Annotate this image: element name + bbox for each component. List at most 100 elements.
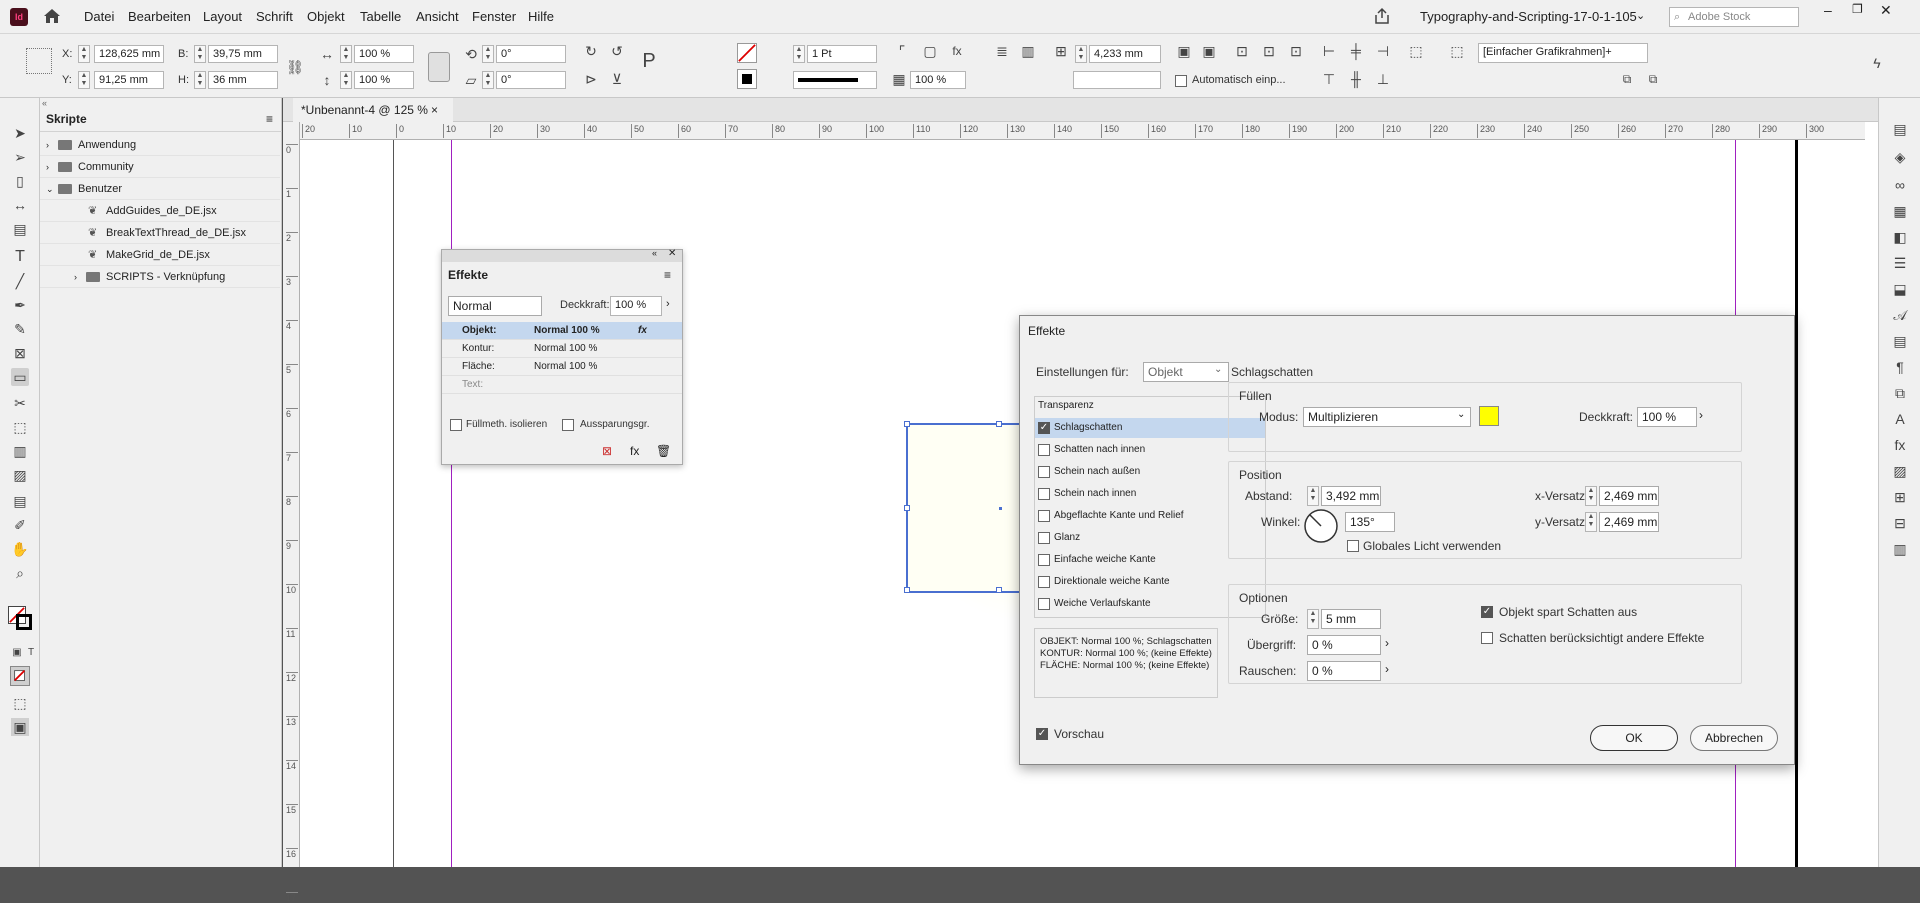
effects-target-row[interactable]: Fläche: Normal 100 %	[442, 358, 682, 376]
script-folder[interactable]: › SCRIPTS - Verknüpfung	[40, 266, 280, 288]
flip-horizontal-icon[interactable]: ⊳	[582, 70, 600, 88]
stroke-type-field[interactable]	[793, 71, 877, 89]
chevron-right-icon[interactable]: ›	[1385, 636, 1389, 650]
size-spinner[interactable]: ▲ ▼	[1307, 609, 1319, 629]
blend-mode-select[interactable]: Normal	[448, 296, 542, 316]
apply-none-icon[interactable]	[10, 666, 30, 686]
chevron-right-icon[interactable]: ›	[1385, 662, 1389, 676]
chevron-right-icon[interactable]: ›	[46, 156, 49, 178]
cell-styles-icon[interactable]: ▥	[1891, 540, 1909, 558]
menu-tabelle[interactable]: Tabelle	[360, 9, 401, 24]
page-tool-icon[interactable]: ▯	[11, 172, 29, 190]
rotate-field[interactable]: 0°	[496, 45, 566, 63]
style-menu-icon[interactable]: ⧉	[1644, 70, 1662, 88]
fit-frame-icon[interactable]: ▣	[1200, 42, 1218, 60]
fx-icon[interactable]: fx	[638, 322, 647, 340]
paragraph-styles-icon[interactable]: ▤	[1891, 332, 1909, 350]
effects-panel-titlebar[interactable]: « ✕	[442, 248, 682, 262]
center-content-icon[interactable]: ⊡	[1233, 42, 1251, 60]
collapse-icon[interactable]: «	[652, 248, 657, 258]
size-field[interactable]: 5 mm	[1321, 609, 1381, 629]
collapse-icon[interactable]: «	[42, 98, 47, 108]
rectangle-frame-icon[interactable]: ⊠	[11, 344, 29, 362]
fx-icon[interactable]: fx	[630, 444, 639, 458]
pen-tool-icon[interactable]: ✒	[11, 296, 29, 314]
shadow-color-swatch[interactable]	[1479, 406, 1499, 426]
offset-spinner[interactable]: ▲ ▼	[1075, 45, 1087, 63]
home-icon[interactable]	[42, 6, 62, 26]
gradient-tool-icon[interactable]: ▥	[11, 442, 29, 460]
chevron-down-icon[interactable]: ⌄	[46, 178, 54, 200]
menu-fenster[interactable]: Fenster	[472, 9, 516, 24]
type-on-path-icon[interactable]: P	[640, 51, 658, 71]
menu-bearbeiten[interactable]: Bearbeiten	[128, 9, 191, 24]
offset-field[interactable]: 4,233 mm	[1089, 45, 1161, 63]
distance-field[interactable]: 3,492 mm	[1321, 486, 1381, 506]
close-icon[interactable]: ✕	[1880, 2, 1892, 19]
menu-ansicht[interactable]: Ansicht	[416, 9, 459, 24]
text-wrap-icon[interactable]: ≣	[993, 42, 1011, 60]
stroke-weight-field[interactable]: 1 Pt	[807, 45, 877, 63]
script-folder[interactable]: ⌄ Benutzer	[40, 178, 280, 200]
effect-checkbox[interactable]	[1038, 576, 1050, 588]
scale-y-spinner[interactable]: ▲ ▼	[340, 71, 352, 89]
direct-selection-icon[interactable]: ➢	[11, 148, 29, 166]
effects-target-row[interactable]: Objekt: Normal 100 % fx	[442, 322, 682, 340]
opacity-field[interactable]: 100 %	[1637, 407, 1697, 427]
format-text-icon[interactable]: T	[22, 644, 40, 662]
rotate-spinner[interactable]: ▲ ▼	[482, 45, 494, 63]
effect-checkbox[interactable]	[1038, 488, 1050, 500]
note-tool-icon[interactable]: ▤	[11, 492, 29, 510]
global-light-checkbox[interactable]	[1347, 540, 1359, 552]
effect-checkbox[interactable]	[1038, 554, 1050, 566]
auto-fit-checkbox[interactable]	[1175, 75, 1187, 87]
tab-close-icon[interactable]: ×	[431, 98, 438, 122]
glyphs-icon[interactable]: ⧉	[1891, 384, 1909, 402]
effect-checkbox[interactable]	[1038, 466, 1050, 478]
layers-icon[interactable]: ◈	[1891, 148, 1909, 166]
table-styles-icon[interactable]: ⊟	[1891, 514, 1909, 532]
x-field[interactable]: 128,625 mm	[94, 45, 164, 63]
frame-corner-icon[interactable]: ⌜	[893, 42, 911, 60]
stroke-swatch[interactable]	[737, 69, 757, 89]
y-offset-field[interactable]: 2,469 mm	[1599, 512, 1659, 532]
align-icon[interactable]: ▥	[1019, 42, 1037, 60]
lightning-icon[interactable]: ϟ	[1868, 54, 1886, 72]
script-folder[interactable]: › Community	[40, 156, 280, 178]
text-wrap-panel-icon[interactable]: ▨	[1891, 462, 1909, 480]
close-icon[interactable]: ✕	[668, 248, 676, 259]
noise-field[interactable]: 0 %	[1307, 661, 1381, 681]
tab-document[interactable]: *Unbenannt-4 @ 125 % ×	[293, 98, 453, 122]
document-title[interactable]: Typography-and-Scripting-17-0-1-105	[1420, 9, 1637, 24]
menu-layout[interactable]: Layout	[203, 9, 242, 24]
effects-target-row[interactable]: Kontur: Normal 100 %	[442, 340, 682, 358]
height-spinner[interactable]: ▲ ▼	[194, 71, 206, 89]
script-file[interactable]: ❦ MakeGrid_de_DE.jsx	[40, 244, 280, 266]
stroke-weight-spinner[interactable]: ▲ ▼	[793, 45, 805, 63]
menu-hilfe[interactable]: Hilfe	[528, 9, 554, 24]
cancel-button[interactable]: Abbrechen	[1690, 725, 1778, 751]
handle[interactable]	[996, 421, 1002, 427]
share-icon[interactable]	[1373, 7, 1391, 25]
eyedropper-icon[interactable]: ✐	[11, 516, 29, 534]
rectangle-tool-icon[interactable]: ▭	[11, 368, 29, 386]
fx-icon[interactable]: fx	[948, 42, 966, 60]
corner-style-field[interactable]	[1073, 71, 1161, 89]
scissors-tool-icon[interactable]: ✂	[11, 394, 29, 412]
x-spinner[interactable]: ▲ ▼	[78, 45, 90, 63]
preview-checkbox[interactable]: ✓	[1036, 728, 1048, 740]
fit-proportionally-icon[interactable]: ⊡	[1287, 42, 1305, 60]
cc-libraries-icon[interactable]: ⬓	[1891, 280, 1909, 298]
shear-spinner[interactable]: ▲ ▼	[482, 71, 494, 89]
handle[interactable]	[904, 421, 910, 427]
effect-checkbox[interactable]	[1038, 510, 1050, 522]
honor-effects-checkbox[interactable]	[1481, 632, 1493, 644]
panel-menu-icon[interactable]: ≡	[266, 112, 273, 126]
ok-button[interactable]: OK	[1590, 725, 1678, 751]
handle[interactable]	[996, 587, 1002, 593]
links-icon[interactable]: ∞	[1891, 176, 1909, 194]
x-offset-spinner[interactable]: ▲ ▼	[1585, 486, 1597, 506]
link-scale-icon[interactable]	[428, 52, 450, 82]
rotate-cw-icon[interactable]: ↻	[582, 42, 600, 60]
pages-icon[interactable]: ▤	[1891, 120, 1909, 138]
